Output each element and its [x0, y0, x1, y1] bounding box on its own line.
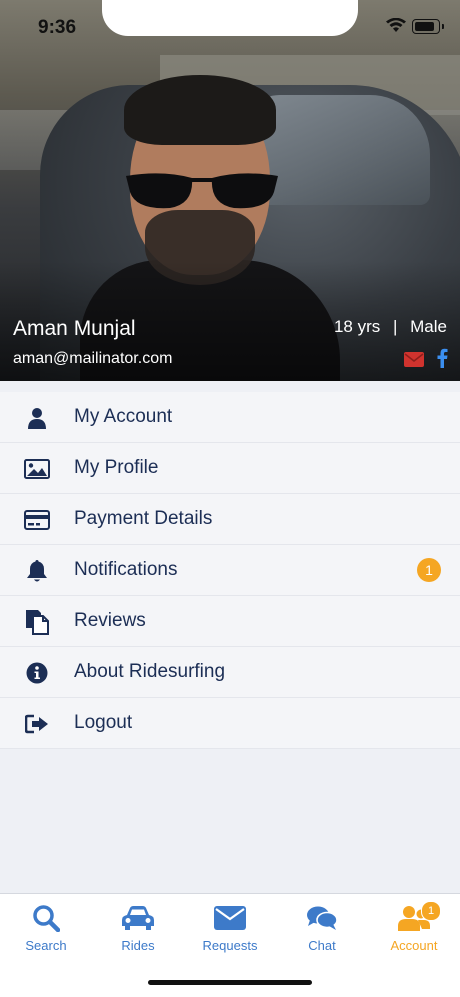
car-icon [122, 906, 154, 930]
chat-icon [307, 906, 338, 930]
profile-email: aman@mailinator.com [13, 350, 173, 367]
logout-icon [24, 711, 50, 737]
tab-search[interactable]: Search [0, 902, 92, 953]
documents-icon [24, 609, 50, 635]
menu-item-logout[interactable]: Logout [0, 698, 460, 749]
profile-age: 18 yrs [333, 317, 381, 336]
account-badge: 1 [421, 901, 441, 921]
tab-label: Rides [121, 938, 155, 953]
tab-account[interactable]: 1 Account [368, 901, 460, 953]
menu-item-notifications[interactable]: Notifications 1 [0, 545, 460, 596]
menu-item-label: Notifications [74, 559, 178, 580]
profile-meta: 18 yrs | Male [334, 317, 447, 337]
mail-verified-icon[interactable] [404, 352, 424, 367]
account-menu: My Account My Profile Payment Details No… [0, 392, 460, 749]
image-icon [24, 456, 50, 482]
profile-gender: Male [410, 317, 447, 336]
menu-item-my-account[interactable]: My Account [0, 392, 460, 443]
status-bar: 9:36 [0, 0, 460, 50]
battery-icon [412, 19, 444, 34]
info-icon [24, 660, 50, 686]
profile-name: Aman Munjal [13, 317, 136, 340]
search-icon [33, 905, 60, 932]
tab-label: Chat [308, 938, 336, 953]
menu-item-label: My Account [74, 406, 173, 427]
bell-icon [24, 558, 50, 584]
menu-item-label: Logout [74, 712, 133, 733]
wifi-icon [386, 18, 406, 32]
tab-chat[interactable]: Chat [276, 902, 368, 953]
user-icon [24, 405, 50, 431]
menu-item-label: Reviews [74, 610, 146, 631]
menu-item-my-profile[interactable]: My Profile [0, 443, 460, 494]
home-indicator [148, 980, 312, 985]
menu-item-about-ridesurfing[interactable]: About Ridesurfing [0, 647, 460, 698]
tab-label: Account [390, 938, 438, 953]
credit-card-icon [24, 507, 50, 533]
status-time: 9:36 [38, 17, 77, 38]
menu-item-label: Payment Details [74, 508, 213, 529]
tab-requests[interactable]: Requests [184, 902, 276, 953]
notification-count-badge: 1 [417, 558, 441, 582]
tab-label: Requests [202, 938, 258, 953]
menu-item-label: My Profile [74, 457, 159, 478]
envelope-icon [214, 906, 246, 930]
tab-label: Search [25, 938, 67, 953]
menu-item-label: About Ridesurfing [74, 661, 226, 682]
tab-rides[interactable]: Rides [92, 902, 184, 953]
meta-separator: | [392, 317, 398, 336]
menu-item-payment-details[interactable]: Payment Details [0, 494, 460, 545]
facebook-icon[interactable] [436, 348, 448, 368]
menu-item-reviews[interactable]: Reviews [0, 596, 460, 647]
